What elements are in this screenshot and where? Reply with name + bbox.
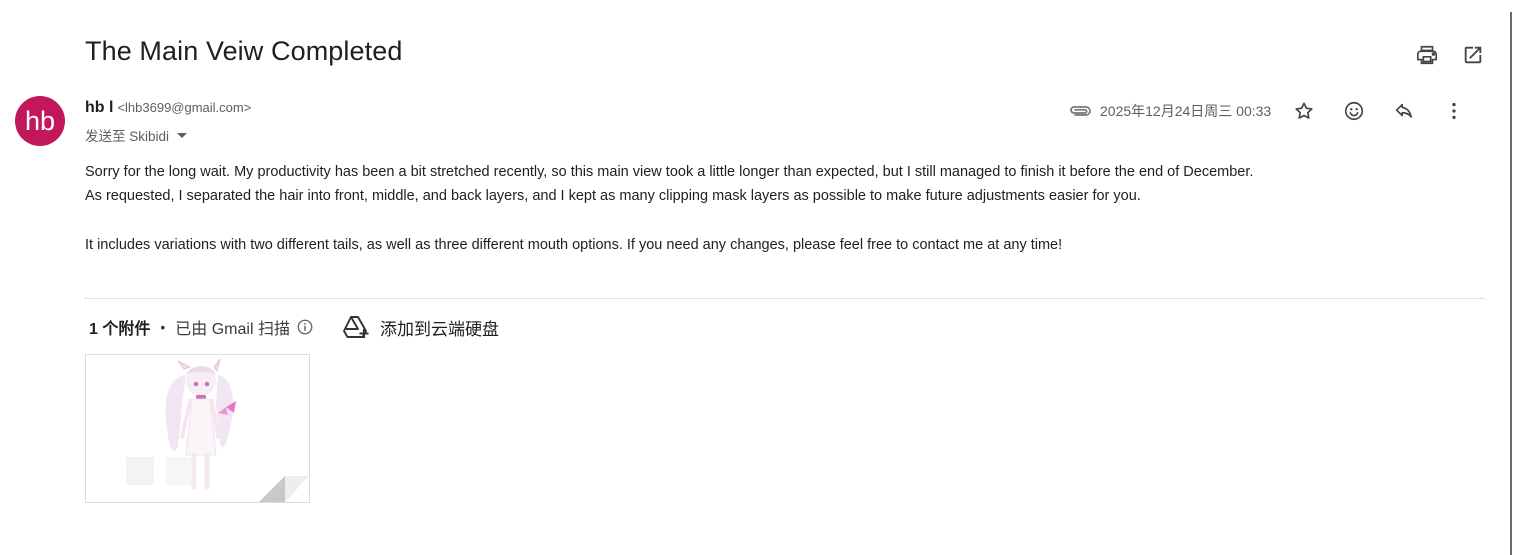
attachment-divider	[85, 298, 1485, 299]
star-button[interactable]	[1291, 98, 1317, 124]
info-icon[interactable]	[296, 318, 314, 336]
attachments-header: 1 个附件 • 已由 Gmail 扫描 添加到云端硬盘	[89, 314, 499, 340]
attachment-count: 1 个附件	[89, 321, 151, 338]
star-icon	[1295, 102, 1313, 119]
scanned-label: 已由 Gmail 扫描	[175, 321, 290, 338]
emoji-icon	[1345, 101, 1364, 121]
emoji-reaction-button[interactable]	[1341, 98, 1367, 124]
drive-add-icon	[343, 316, 369, 338]
more-vert-icon	[1452, 102, 1456, 120]
sender-info: hb l <lhb3699@gmail.com>	[85, 99, 251, 117]
email-subject: The Main Veiw Completed	[85, 36, 403, 66]
window-edge	[1510, 12, 1512, 555]
message-meta: 2025年12月24日周三 00:33	[1068, 98, 1467, 124]
separator-dot: •	[160, 319, 166, 335]
reply-button[interactable]	[1391, 98, 1417, 124]
reply-icon	[1396, 103, 1413, 118]
top-actions	[1414, 42, 1486, 68]
chevron-down-icon	[177, 132, 188, 138]
body-line: It includes variations with two differen…	[85, 237, 1063, 253]
sender-avatar[interactable]: hb	[15, 96, 65, 146]
recipient-toggle[interactable]: 发送至 Skibidi	[85, 125, 188, 145]
attachment-thumbnail[interactable]	[85, 354, 310, 503]
paperclip-icon	[1068, 101, 1092, 121]
open-in-new-icon	[1464, 46, 1482, 64]
print-icon	[1417, 45, 1437, 65]
body-line: As requested, I separated the hair into …	[85, 188, 1141, 204]
sender-email: <lhb3699@gmail.com>	[117, 100, 252, 115]
message-body: Sorry for the long wait. My productivity…	[85, 160, 1253, 257]
more-options-button[interactable]	[1441, 98, 1467, 124]
add-to-drive-button[interactable]: 添加到云端硬盘	[342, 314, 499, 340]
recipient-label: 发送至 Skibidi	[85, 129, 170, 144]
sender-name[interactable]: hb l	[85, 99, 113, 117]
open-in-new-window-button[interactable]	[1460, 42, 1486, 68]
print-button[interactable]	[1414, 42, 1440, 68]
message-date: 2025年12月24日周三 00:33	[1100, 103, 1272, 119]
add-to-drive-label: 添加到云端硬盘	[379, 319, 499, 339]
page-fold-icon	[259, 476, 309, 502]
body-line: Sorry for the long wait. My productivity…	[85, 164, 1254, 180]
